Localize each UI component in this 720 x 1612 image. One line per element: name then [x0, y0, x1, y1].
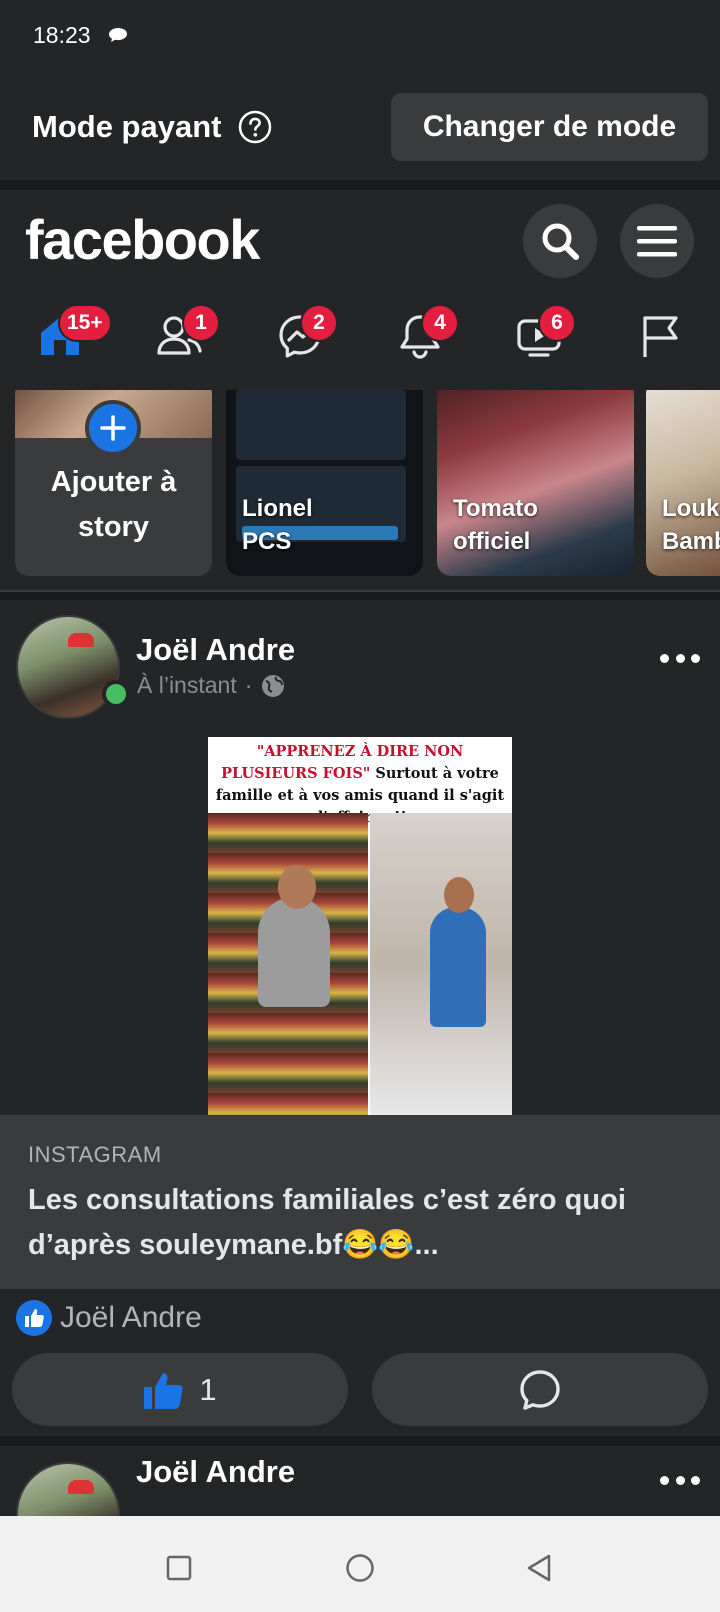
recents-icon[interactable]: [166, 1555, 192, 1581]
post-image[interactable]: "APPRENEZ À DIRE NON PLUSIEURS FOIS" Sur…: [208, 737, 512, 1115]
avatar-cap: [68, 1480, 94, 1494]
image-left-person: [258, 897, 330, 1007]
like-button[interactable]: 1: [12, 1353, 348, 1426]
globe-icon: [262, 674, 285, 697]
post-time[interactable]: À l’instant: [137, 672, 237, 699]
messenger-badge: 2: [300, 304, 338, 342]
divider: [0, 1436, 720, 1446]
post: Joël Andre: [0, 1446, 720, 1516]
reactions-summary[interactable]: Joël Andre: [16, 1300, 202, 1336]
chat-notification-icon: [109, 28, 127, 42]
avatar[interactable]: [16, 615, 120, 719]
change-mode-button[interactable]: Changer de mode: [391, 93, 708, 161]
story-name: Tomato officiel: [453, 495, 538, 555]
story-item[interactable]: Tomato officiel: [437, 390, 634, 576]
nav-pages[interactable]: [630, 306, 690, 366]
home-circle-icon[interactable]: [345, 1553, 375, 1583]
add-story-button[interactable]: [85, 400, 141, 456]
like-reaction-icon: [16, 1300, 52, 1336]
image-left-head: [278, 865, 316, 909]
avatar[interactable]: [16, 1462, 120, 1516]
system-nav-bar: [0, 1516, 720, 1612]
menu-icon: [637, 226, 677, 257]
mode-label: Mode payant: [32, 109, 222, 144]
online-status-dot: [102, 680, 130, 708]
meta-separator: ·: [244, 672, 253, 698]
comment-button[interactable]: [372, 1353, 708, 1426]
divider: [0, 180, 720, 190]
comment-icon: [520, 1369, 560, 1410]
search-icon: [542, 223, 579, 260]
story-item[interactable]: Lionel PCS: [226, 390, 423, 576]
story-thumb: [236, 390, 406, 460]
post-meta: À l’instant ·: [137, 672, 286, 699]
image-right-head: [444, 877, 474, 913]
link-source: INSTAGRAM: [28, 1142, 162, 1167]
facebook-logo[interactable]: facebook: [25, 207, 260, 272]
story-create-label: Ajouter à story: [50, 466, 177, 543]
help-icon[interactable]: [238, 110, 272, 144]
friends-badge: 1: [182, 304, 220, 342]
link-title[interactable]: Les consultations familiales c’est zéro …: [28, 1178, 698, 1268]
story-name: Lionel PCS: [242, 495, 313, 555]
status-time: 18:23: [33, 22, 91, 48]
search-button[interactable]: [523, 204, 597, 278]
status-bar: 18:23: [0, 0, 720, 76]
story-create[interactable]: Ajouter à story: [15, 390, 212, 576]
image-right-person: [430, 907, 486, 1027]
like-count: 1: [199, 1371, 217, 1407]
image-caption: "APPRENEZ À DIRE NON PLUSIEURS FOIS" Sur…: [215, 743, 505, 826]
post-author[interactable]: Joël Andre: [136, 1454, 295, 1490]
post-author[interactable]: Joël Andre: [136, 632, 295, 668]
home-badge: 15+: [58, 304, 112, 342]
notifications-badge: 4: [421, 304, 459, 342]
divider: [0, 590, 720, 600]
flag-icon: [643, 316, 678, 357]
post-more-button[interactable]: [660, 1476, 700, 1488]
post-more-button[interactable]: [660, 654, 700, 666]
video-badge: 6: [538, 304, 576, 342]
avatar-cap: [68, 633, 94, 647]
menu-button[interactable]: [620, 204, 694, 278]
story-item[interactable]: Louka Bamb: [646, 390, 720, 576]
stories-tray: Ajouter à story Lionel PCS Tomato offici…: [0, 390, 720, 588]
reaction-name: Joël Andre: [60, 1301, 202, 1334]
back-icon[interactable]: [525, 1553, 553, 1583]
story-name: Louka Bamb: [662, 495, 720, 555]
thumbs-up-icon: [144, 1372, 184, 1409]
plus-icon: [100, 415, 126, 441]
